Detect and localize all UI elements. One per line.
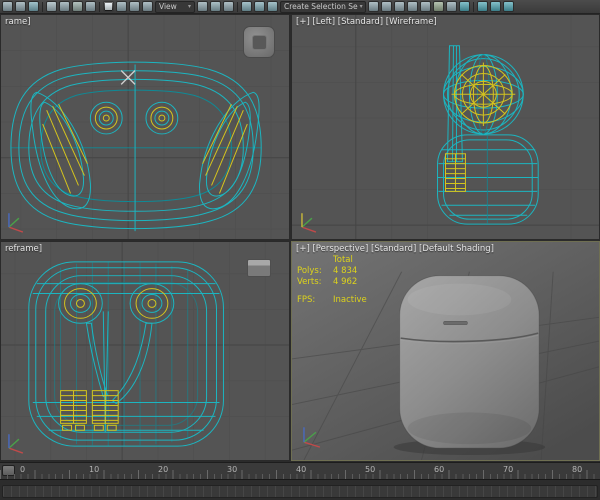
render-setup-icon[interactable] xyxy=(477,1,488,12)
viewport-front-label[interactable]: reframe] xyxy=(5,244,42,254)
toolbar-separator xyxy=(42,1,43,12)
stats-spacer xyxy=(297,255,333,266)
toggle-ribbon-icon[interactable] xyxy=(420,1,431,12)
toggle-scene-explorer-icon[interactable] xyxy=(394,1,405,12)
use-pivot-point-center-icon[interactable] xyxy=(197,1,208,12)
stats-fps-value: Inactive xyxy=(333,295,367,305)
reference-coordinate-system-dropdown[interactable]: View ▾ xyxy=(155,0,195,13)
toolbar-separator xyxy=(473,1,474,12)
rectangular-selection-region-icon[interactable] xyxy=(72,1,83,12)
schematic-view-icon[interactable] xyxy=(446,1,457,12)
main-toolbar: View ▾ Create Selection Se ▾ xyxy=(0,0,600,14)
viewport-top-label[interactable]: rame] xyxy=(5,17,31,27)
rendered-frame-window-icon[interactable] xyxy=(490,1,501,12)
unlink-selection-icon[interactable] xyxy=(15,1,26,12)
track-bar-frame-label: 40 xyxy=(296,465,307,474)
chevron-down-icon: ▾ xyxy=(359,3,363,10)
window-crossing-toggle-icon[interactable] xyxy=(85,1,96,12)
select-and-place-icon[interactable] xyxy=(142,1,153,12)
track-bar-frame-label: 0 xyxy=(20,465,26,474)
viewcube-face[interactable] xyxy=(252,35,267,50)
wireframe-front-view[interactable] xyxy=(1,242,289,460)
axis-tripod xyxy=(301,213,317,233)
named-selection-sets-dropdown[interactable]: Create Selection Se ▾ xyxy=(280,0,366,13)
viewport-left-label[interactable]: [+] [Left] [Standard] [Wireframe] xyxy=(296,17,437,27)
viewport-perspective[interactable]: [+] [Perspective] [Standard] [Default Sh… xyxy=(291,241,600,461)
viewport-front[interactable]: reframe] xyxy=(0,241,290,461)
status-bar xyxy=(0,479,600,500)
viewport-left[interactable]: [+] [Left] [Standard] [Wireframe] xyxy=(291,14,600,240)
3ds-max-window: View ▾ Create Selection Se ▾ rame] [+] [… xyxy=(0,0,600,500)
toolbar-separator xyxy=(99,1,100,12)
viewcube[interactable] xyxy=(243,26,275,58)
stats-total-label: Total xyxy=(333,255,353,265)
stats-polys-value: 4 834 xyxy=(333,266,358,276)
stats-verts-value: 4 962 xyxy=(333,277,358,287)
select-and-link-icon[interactable] xyxy=(2,1,13,12)
snaps-toggle-icon[interactable] xyxy=(241,1,252,12)
render-production-icon[interactable] xyxy=(503,1,514,12)
select-by-name-icon[interactable] xyxy=(59,1,70,12)
case-hinge-notch xyxy=(443,320,468,326)
track-bar-frame-label: 70 xyxy=(503,465,514,474)
toggle-layer-explorer-icon[interactable] xyxy=(407,1,418,12)
percent-snap-toggle-icon[interactable] xyxy=(267,1,278,12)
keyboard-shortcut-override-icon[interactable] xyxy=(223,1,234,12)
track-bar-frame-label: 50 xyxy=(365,465,376,474)
select-and-scale-icon[interactable] xyxy=(129,1,140,12)
stats-fps-label: FPS: xyxy=(297,295,316,305)
select-and-manipulate-icon[interactable] xyxy=(210,1,221,12)
viewport-statistics: Total Polys: 4 834 Verts: 4 962 FPS: Inacti… xyxy=(297,255,367,306)
track-bar-frame-label: 30 xyxy=(227,465,238,474)
stats-verts-label: Verts: xyxy=(297,277,322,287)
status-bar-band xyxy=(2,485,598,498)
mirror-icon[interactable] xyxy=(368,1,379,12)
track-bar-frame-label: 20 xyxy=(158,465,169,474)
select-and-rotate-icon[interactable] xyxy=(116,1,127,12)
axis-tripod xyxy=(8,434,24,454)
bind-to-space-warp-icon[interactable] xyxy=(28,1,39,12)
viewport-perspective-label[interactable]: [+] [Perspective] [Standard] [Default Sh… xyxy=(296,244,494,254)
track-bar-frame-label: 80 xyxy=(572,465,583,474)
stats-polys-label: Polys: xyxy=(297,266,322,276)
named-selection-sets-label: Create Selection Se xyxy=(284,2,358,11)
align-icon[interactable] xyxy=(381,1,392,12)
viewcube-mini[interactable] xyxy=(247,259,271,277)
wireframe-left-view[interactable] xyxy=(292,15,599,239)
viewport-top[interactable]: rame] xyxy=(0,14,290,240)
curve-editor-icon[interactable] xyxy=(433,1,444,12)
select-object-icon[interactable] xyxy=(46,1,57,12)
angle-snap-toggle-icon[interactable] xyxy=(254,1,265,12)
track-bar[interactable]: 0 10 20 30 40 50 60 70 80 xyxy=(0,462,600,479)
select-and-move-icon[interactable] xyxy=(103,1,114,12)
reference-coordinate-system-label: View xyxy=(159,2,177,11)
material-editor-icon[interactable] xyxy=(459,1,470,12)
track-bar-frame-label: 10 xyxy=(89,465,100,474)
track-bar-frame-label: 60 xyxy=(434,465,445,474)
chevron-down-icon: ▾ xyxy=(187,3,191,10)
toolbar-separator xyxy=(237,1,238,12)
